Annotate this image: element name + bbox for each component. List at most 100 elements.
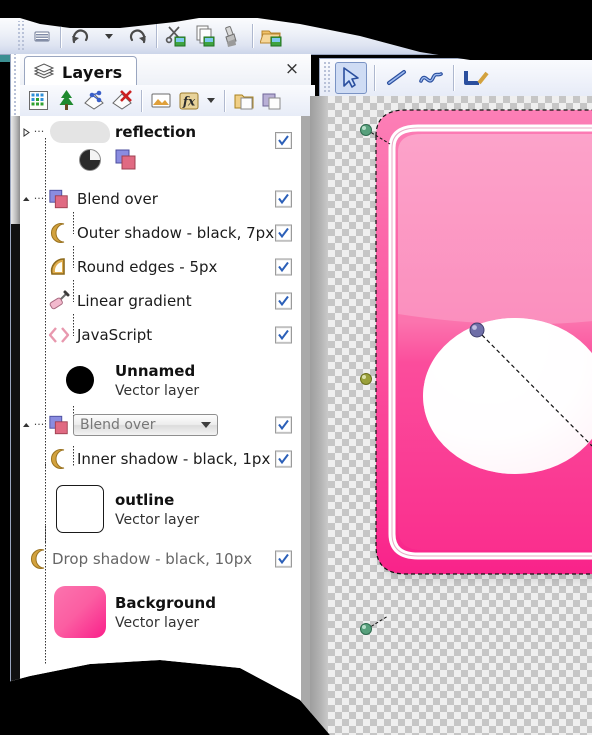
undo-button[interactable] (66, 23, 93, 50)
layer-image-button[interactable] (147, 88, 175, 114)
image-layer-icon (150, 91, 172, 110)
shape-tool-button[interactable] (461, 63, 491, 93)
layer-row-reflection[interactable]: ··· reflection (20, 116, 301, 182)
layer-thumbnail-reflection (45, 120, 115, 144)
angle-brackets-icon (45, 323, 73, 347)
pixel-grid-icon (28, 90, 49, 111)
new-document-button[interactable] (28, 23, 55, 50)
application-window: Layers × fx ··· reflection ··· Blend ove… (0, 0, 592, 735)
opacity-pie-icon[interactable] (79, 149, 101, 171)
layers-stack-icon (33, 63, 55, 81)
chevron-down-icon (201, 422, 211, 428)
open-folder-button[interactable] (258, 23, 285, 50)
merge-layers-button[interactable] (258, 88, 286, 114)
blend-mode-dropdown[interactable]: Blend over (73, 414, 218, 436)
gradient-handle[interactable] (470, 323, 484, 337)
layer-thumbnail-unnamed (45, 366, 115, 394)
effect-enabled-checkbox[interactable] (275, 191, 292, 208)
node-handle-mid[interactable] (361, 374, 372, 385)
effect-label: JavaScript (77, 326, 153, 344)
effect-row-blend-over-combo[interactable]: ··· Blend over (20, 408, 301, 442)
expand-twisty-collapsed[interactable] (20, 120, 33, 144)
tab-layers[interactable]: Layers (24, 56, 137, 88)
effect-enabled-checkbox[interactable] (275, 417, 292, 434)
effect-row-linear-gradient[interactable]: Linear gradient (20, 284, 301, 318)
copy-pages-icon (193, 24, 217, 48)
effect-row-drop-shadow[interactable]: Drop shadow - black, 10px (20, 542, 301, 576)
arrow-cursor-icon (340, 66, 362, 90)
effect-row-javascript[interactable]: JavaScript (20, 318, 301, 352)
tree-dots: ··· (33, 125, 45, 138)
new-vector-layer-button[interactable] (52, 88, 80, 114)
canvas-area[interactable] (310, 96, 592, 735)
line-icon (385, 67, 409, 89)
toolbar-separator (60, 24, 61, 48)
effect-enabled-checkbox[interactable] (275, 259, 292, 276)
layers-toolbar: fx (20, 85, 315, 117)
effect-enabled-checkbox[interactable] (275, 293, 292, 310)
redo-button[interactable] (124, 23, 151, 50)
tab-label: Layers (62, 62, 123, 82)
curve-tool-button[interactable] (416, 63, 446, 93)
layer-row-background[interactable]: Background Vector layer (20, 576, 301, 648)
blend-mode-icon[interactable] (114, 148, 138, 171)
effect-row-round-edges[interactable]: Round edges - 5px (20, 250, 301, 284)
delete-layer-button[interactable] (108, 88, 136, 114)
close-panel-button[interactable]: × (283, 60, 301, 78)
effect-enabled-checkbox[interactable] (275, 327, 292, 344)
layers-list: ··· reflection ··· Blend over Outer shad… (20, 116, 301, 735)
effect-row-blend-over[interactable]: ··· Blend over (20, 182, 301, 216)
duplicate-layer-button[interactable] (80, 88, 108, 114)
undo-history-button[interactable] (95, 23, 122, 50)
layer-thumbnail-background (45, 586, 115, 638)
paint-roller-icon (45, 289, 73, 313)
effect-enabled-checkbox[interactable] (275, 225, 292, 242)
select-tool-button[interactable] (335, 62, 367, 94)
paste-button[interactable] (220, 23, 247, 50)
tools-toolbar (319, 58, 592, 98)
layer-kind: Vector layer (115, 614, 200, 631)
redo-arrow-icon (126, 25, 150, 47)
round-corner-icon (45, 255, 73, 279)
toolbar-separator (156, 24, 157, 48)
canvas-artwork[interactable] (310, 96, 592, 735)
folder-image-icon (260, 24, 284, 48)
layers-vertical-scrollbar[interactable] (11, 116, 20, 735)
layers-toolbar-separator (224, 90, 225, 112)
collapse-twisty-expanded[interactable] (20, 195, 33, 204)
cut-button[interactable] (162, 23, 189, 50)
group-layers-button[interactable] (230, 88, 258, 114)
layers-toolbar-separator (141, 90, 142, 112)
tools-separator (453, 65, 454, 91)
layer-visibility-checkbox[interactable] (275, 132, 292, 149)
layer-name: Background (115, 593, 216, 612)
blend-mode-icon (45, 187, 73, 211)
dock-tab-bar: Layers × (20, 54, 311, 86)
blend-mode-value: Blend over (80, 417, 156, 433)
crescent-shadow-icon (26, 547, 52, 571)
new-raster-layer-button[interactable] (24, 88, 52, 114)
effect-row-inner-shadow[interactable]: Inner shadow - black, 1px (20, 442, 301, 476)
scrollbar-thumb[interactable] (11, 224, 20, 694)
effect-row-outer-shadow[interactable]: Outer shadow - black, 7px (20, 216, 301, 250)
effect-label: Linear gradient (77, 292, 192, 310)
chevron-down-icon (207, 98, 215, 103)
layer-row-unnamed[interactable]: Unnamed Vector layer (20, 352, 301, 408)
toolbar-grip[interactable] (16, 21, 24, 51)
toolbar-separator (252, 24, 253, 48)
effect-enabled-checkbox[interactable] (275, 551, 292, 568)
layer-effects-button[interactable]: fx (175, 88, 203, 114)
tree-dots: ··· (33, 418, 45, 431)
tools-toolbar-grip[interactable] (322, 62, 330, 94)
tree-icon (56, 89, 77, 112)
delete-layer-icon (111, 90, 133, 111)
layer-row-outline[interactable]: outline Vector layer (20, 476, 301, 542)
collapse-twisty-expanded[interactable] (20, 421, 33, 430)
fx-icon: fx (178, 91, 200, 111)
line-tool-button[interactable] (382, 63, 412, 93)
layer-name: reflection (115, 123, 197, 141)
effect-enabled-checkbox[interactable] (275, 451, 292, 468)
layer-effects-menu-button[interactable] (203, 88, 219, 114)
copy-button[interactable] (191, 23, 218, 50)
node-handle-bottom[interactable] (361, 616, 389, 635)
